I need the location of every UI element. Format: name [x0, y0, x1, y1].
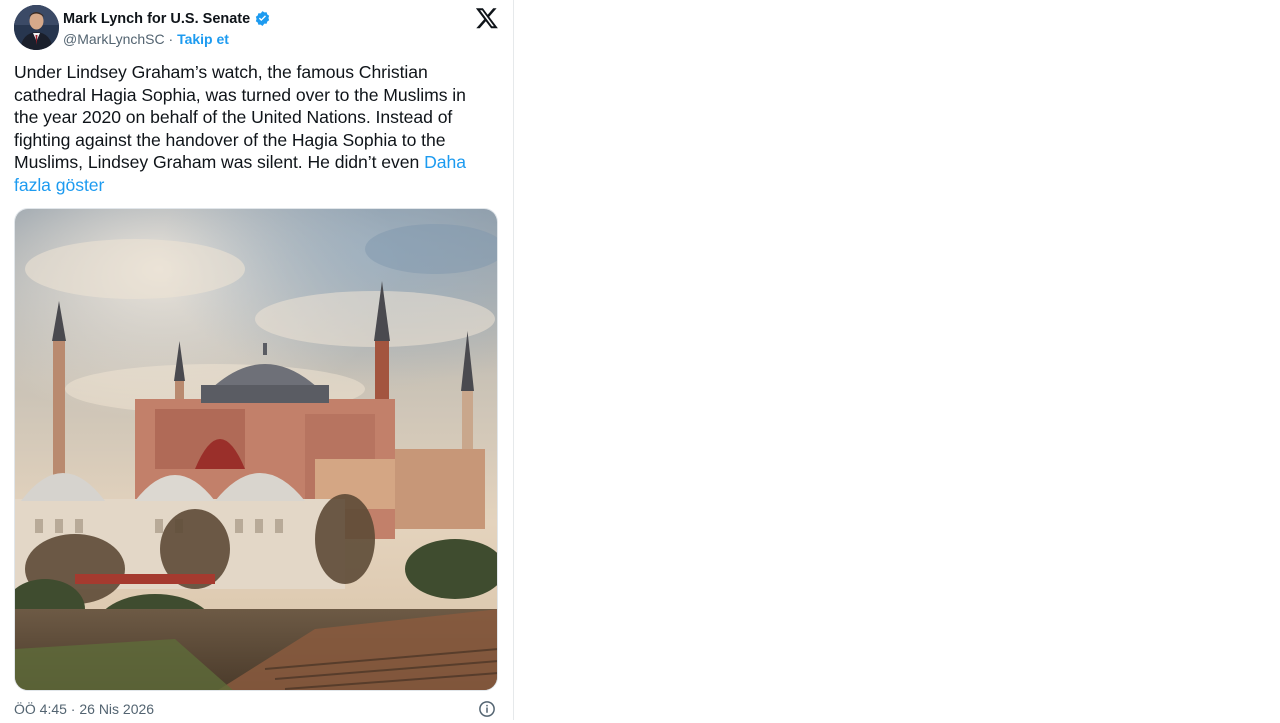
info-icon[interactable] [478, 700, 496, 718]
author-handle[interactable]: @MarkLynchSC [63, 31, 165, 47]
handle-row: @MarkLynchSC · Takip et [63, 31, 229, 47]
tweet-header: Mark Lynch for U.S. Senate @MarkLynchSC … [14, 5, 504, 51]
tweet-text: Under Lindsey Graham’s watch, the famous… [14, 61, 494, 196]
tweet-footer: ÖÖ 4:45 · 26 Nis 2026 [14, 700, 498, 720]
follow-button[interactable]: Takip et [177, 31, 229, 47]
tweet-card: Mark Lynch for U.S. Senate @MarkLynchSC … [0, 0, 514, 720]
name-row: Mark Lynch for U.S. Senate [63, 10, 271, 27]
hagia-sophia-photo[interactable] [14, 208, 498, 691]
author-display-name[interactable]: Mark Lynch for U.S. Senate [63, 11, 250, 27]
tweet-body: Under Lindsey Graham’s watch, the famous… [14, 62, 466, 172]
x-logo-icon[interactable] [475, 6, 499, 30]
verified-badge-icon [254, 10, 271, 27]
avatar[interactable] [14, 5, 59, 50]
handle-separator: · [164, 31, 178, 47]
tweet-timestamp[interactable]: ÖÖ 4:45 · 26 Nis 2026 [14, 701, 154, 717]
